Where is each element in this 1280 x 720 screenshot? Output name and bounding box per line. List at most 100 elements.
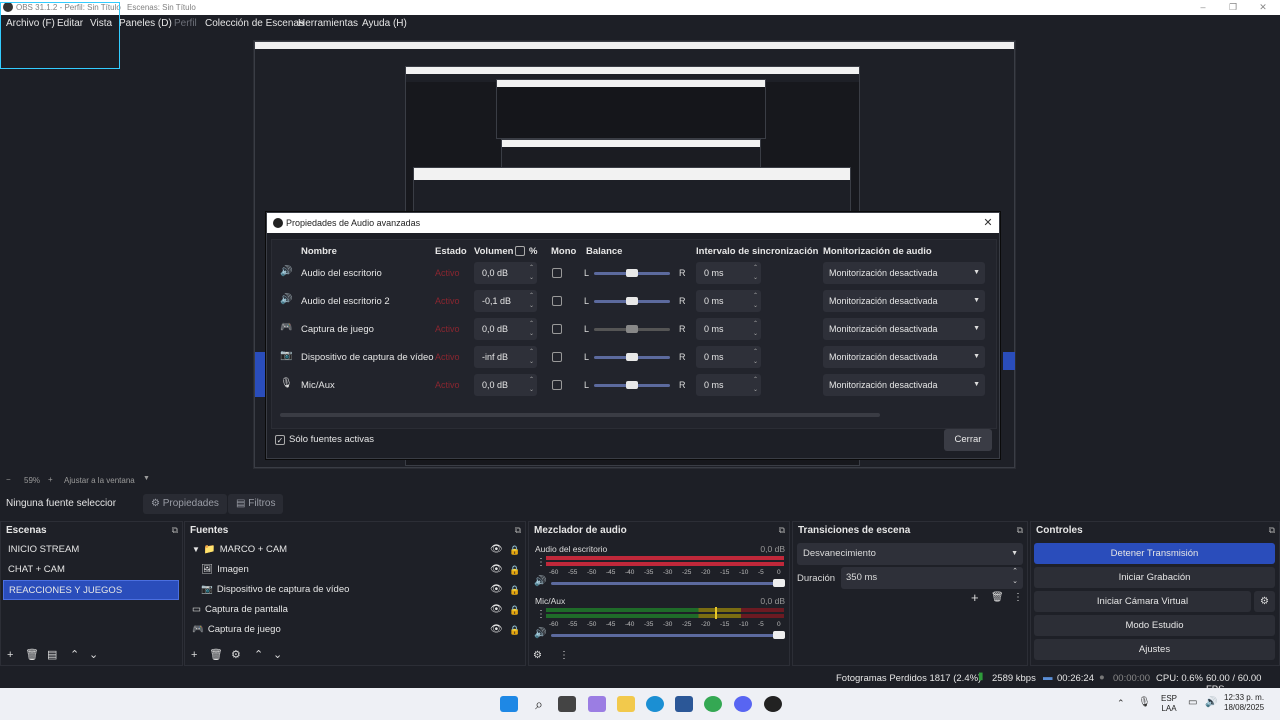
- spin-icon[interactable]: ⌃ ⌄: [753, 319, 758, 339]
- source-item[interactable]: 🖼 Imagen 👁 🔒: [187, 560, 521, 580]
- clock[interactable]: 12:33 p. m. 18/08/2025: [1224, 693, 1264, 713]
- visibility-eye-icon[interactable]: 👁: [490, 600, 503, 620]
- mixer-menu-icon[interactable]: ⋮: [559, 650, 569, 661]
- volume-input[interactable]: -0,1 dB ⌃ ⌄: [474, 290, 537, 312]
- add-source-icon[interactable]: +: [191, 649, 197, 661]
- settings-button[interactable]: Ajustes: [1034, 639, 1275, 660]
- menu-herramientas[interactable]: Herramientas: [298, 15, 358, 33]
- monitoring-select[interactable]: Monitorización desactivada ▼: [823, 374, 985, 396]
- spin-icon[interactable]: ⌃ ⌄: [1012, 567, 1018, 587]
- stop-stream-button[interactable]: Detener Transmisión: [1034, 543, 1275, 564]
- tray-chevron-icon[interactable]: ⌃: [1117, 698, 1125, 709]
- lock-icon[interactable]: 🔒: [509, 540, 520, 560]
- dock-float-icon[interactable]: ⧉: [172, 525, 178, 536]
- spin-icon[interactable]: ⌃ ⌄: [529, 319, 534, 339]
- store-icon[interactable]: [675, 696, 693, 712]
- visibility-eye-icon[interactable]: 👁: [490, 580, 503, 600]
- balance-handle[interactable]: [626, 381, 638, 389]
- balance-slider[interactable]: [594, 269, 670, 277]
- start-virtual-camera-button[interactable]: Iniciar Cámara Virtual: [1034, 591, 1251, 612]
- mono-checkbox[interactable]: [552, 352, 562, 362]
- properties-button[interactable]: ⚙ Propiedades: [143, 494, 227, 514]
- sync-offset-input[interactable]: 0 ms ⌃ ⌄: [696, 346, 761, 368]
- language-indicator[interactable]: ESP LAA: [1161, 694, 1177, 714]
- mute-speaker-icon[interactable]: 🔊: [534, 628, 546, 639]
- volume-input[interactable]: 0,0 dB ⌃ ⌄: [474, 374, 537, 396]
- channel-menu-icon[interactable]: ⋮: [536, 609, 546, 620]
- move-down-icon[interactable]: ⌄: [89, 648, 98, 661]
- spin-icon[interactable]: ⌃ ⌄: [753, 263, 758, 283]
- obs-taskbar-icon[interactable]: [764, 696, 782, 712]
- chrome-icon[interactable]: [704, 696, 722, 712]
- mono-checkbox[interactable]: [552, 324, 562, 334]
- spin-icon[interactable]: ⌃ ⌄: [753, 347, 758, 367]
- zoom-in-button[interactable]: +: [48, 475, 53, 484]
- balance-slider[interactable]: [594, 353, 670, 361]
- spin-icon[interactable]: ⌃ ⌄: [753, 291, 758, 311]
- sync-offset-input[interactable]: 0 ms ⌃ ⌄: [696, 318, 761, 340]
- transition-menu-icon[interactable]: ⋮: [1013, 592, 1023, 603]
- task-view-icon[interactable]: [558, 696, 576, 712]
- source-item[interactable]: ▼ 📁 MARCO + CAM 👁 🔒: [187, 540, 521, 560]
- volume-icon[interactable]: 🔊: [1205, 697, 1217, 708]
- spin-icon[interactable]: ⌃ ⌄: [529, 375, 534, 395]
- sync-offset-input[interactable]: 0 ms ⌃ ⌄: [696, 374, 761, 396]
- gear-icon[interactable]: ⚙: [1254, 591, 1275, 612]
- fit-window-button[interactable]: Ajustar a la ventana: [64, 476, 135, 485]
- remove-scene-icon[interactable]: 🗑: [25, 648, 39, 661]
- monitoring-select[interactable]: Monitorización desactivada ▼: [823, 318, 985, 340]
- horizontal-scrollbar[interactable]: [280, 413, 880, 417]
- balance-handle[interactable]: [626, 353, 638, 361]
- move-up-icon[interactable]: ⌃: [70, 648, 79, 661]
- move-up-icon[interactable]: ⌃: [254, 648, 263, 661]
- close-button[interactable]: Cerrar: [944, 429, 992, 451]
- dock-float-icon[interactable]: ⧉: [1017, 525, 1023, 536]
- windows-start-icon[interactable]: [500, 696, 518, 712]
- spin-icon[interactable]: ⌃ ⌄: [529, 263, 534, 283]
- only-active-checkbox[interactable]: ✓: [275, 435, 285, 445]
- maximize-icon[interactable]: ❐: [1226, 0, 1240, 15]
- source-item[interactable]: 🎮 Captura de juego 👁 🔒: [187, 620, 521, 640]
- zoom-out-button[interactable]: −: [6, 475, 11, 484]
- network-icon[interactable]: ▭: [1188, 697, 1197, 708]
- duration-input[interactable]: 350 ms ⌃ ⌄: [841, 567, 1023, 589]
- source-item[interactable]: ▭ Captura de pantalla 👁 🔒: [187, 600, 521, 620]
- volume-percent-checkbox[interactable]: [515, 246, 525, 256]
- balance-slider[interactable]: [594, 325, 670, 333]
- mute-speaker-icon[interactable]: 🔊: [534, 576, 546, 587]
- monitoring-select[interactable]: Monitorización desactivada ▼: [823, 262, 985, 284]
- dialog-close-icon[interactable]: ✕: [981, 213, 995, 233]
- volume-input[interactable]: -inf dB ⌃ ⌄: [474, 346, 537, 368]
- spin-icon[interactable]: ⌃ ⌄: [529, 347, 534, 367]
- spin-icon[interactable]: ⌃ ⌄: [753, 375, 758, 395]
- visibility-eye-icon[interactable]: 👁: [490, 620, 503, 640]
- scene-item[interactable]: REACCIONES Y JUEGOS: [3, 580, 179, 600]
- close-window-icon[interactable]: ✕: [1256, 0, 1270, 15]
- add-scene-icon[interactable]: +: [7, 649, 13, 661]
- volume-handle[interactable]: [773, 631, 785, 639]
- mono-checkbox[interactable]: [552, 296, 562, 306]
- source-item[interactable]: 📷 Dispositivo de captura de vídeo 👁 🔒: [187, 580, 521, 600]
- source-properties-icon[interactable]: ⚙: [231, 648, 241, 661]
- balance-handle[interactable]: [626, 325, 638, 333]
- dock-float-icon[interactable]: ⧉: [779, 525, 785, 536]
- discord-icon[interactable]: [734, 696, 752, 712]
- minimize-icon[interactable]: –: [1196, 0, 1210, 15]
- volume-slider[interactable]: [551, 631, 785, 639]
- selected-source-outline[interactable]: [0, 2, 120, 69]
- balance-handle[interactable]: [626, 297, 638, 305]
- channel-menu-icon[interactable]: ⋮: [536, 557, 546, 568]
- menu-paneles[interactable]: Paneles (D): [119, 15, 172, 33]
- visibility-eye-icon[interactable]: 👁: [490, 540, 503, 560]
- balance-slider[interactable]: [594, 381, 670, 389]
- sync-offset-input[interactable]: 0 ms ⌃ ⌄: [696, 262, 761, 284]
- balance-slider[interactable]: [594, 297, 670, 305]
- copilot-icon[interactable]: [588, 696, 606, 712]
- spin-icon[interactable]: ⌃ ⌄: [529, 291, 534, 311]
- menu-perfil[interactable]: Perfil: [174, 15, 197, 33]
- studio-mode-button[interactable]: Modo Estudio: [1034, 615, 1275, 636]
- scene-item[interactable]: INICIO STREAM: [3, 540, 179, 560]
- dock-float-icon[interactable]: ⧉: [515, 525, 521, 536]
- mic-icon[interactable]: 🎙: [1138, 697, 1151, 708]
- volume-input[interactable]: 0,0 dB ⌃ ⌄: [474, 318, 537, 340]
